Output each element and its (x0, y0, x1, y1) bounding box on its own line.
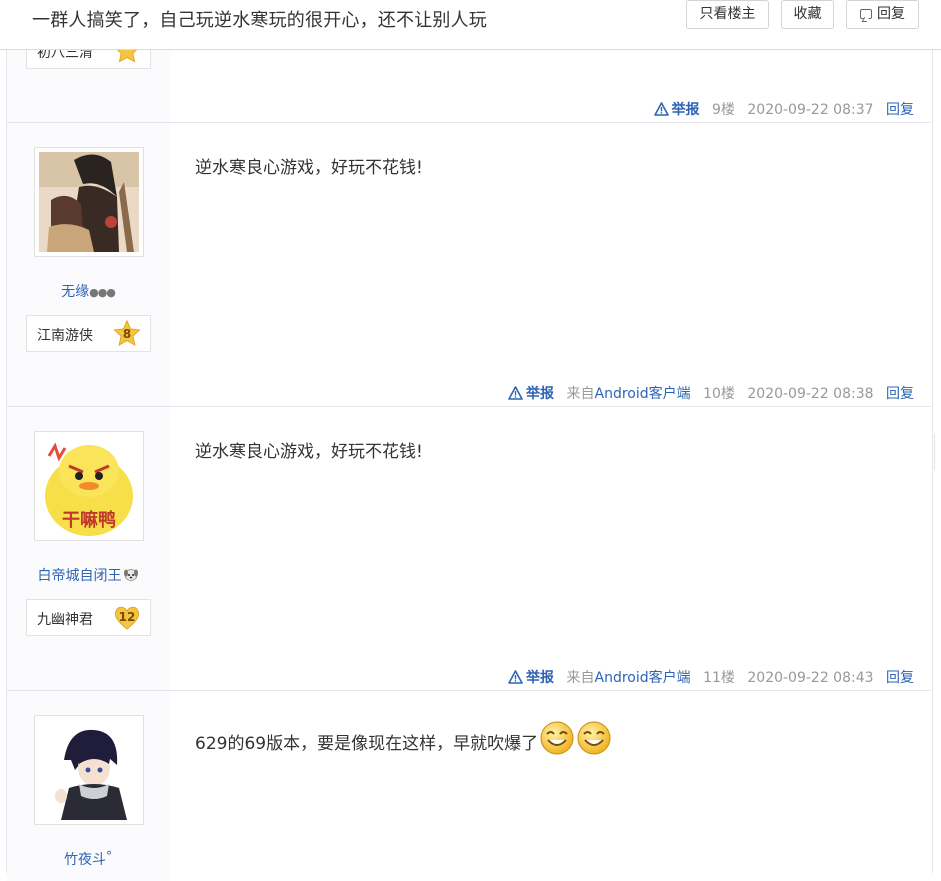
report-link[interactable]: 举报 (508, 670, 554, 686)
smiley-emoji-icon (577, 721, 611, 755)
post-content: 629的69版本，要是像现在这样，早就吹爆了 (195, 719, 612, 762)
avatar-image (39, 152, 139, 252)
username-text: 竹夜斗 (64, 852, 106, 868)
post-time: 2020-09-22 08:37 (747, 102, 874, 118)
level-number: 8 (122, 327, 132, 341)
reply-link[interactable]: 回复 (886, 386, 914, 402)
post-text: 629的69版本，要是像现在这样，早就吹爆了 (195, 734, 539, 754)
reply-link[interactable]: 回复 (886, 670, 914, 686)
avatar[interactable]: 干嘛鸭 (34, 431, 144, 541)
star-badge-icon: 8 (113, 320, 141, 348)
client-prefix: 来自 (566, 670, 595, 686)
report-label: 举报 (526, 670, 555, 686)
post-tail: 举报 来自Android客户端 10楼 2020-09-22 08:38 回复 (508, 384, 914, 404)
username-decoration: ° (106, 849, 112, 863)
post-floor-12: 竹夜斗° 629的69版本，要是像现在这样，早就吹爆了 (7, 691, 931, 881)
post-tail: 举报 9楼 2020-09-22 08:37 回复 (653, 100, 914, 120)
post-content: 逆水寒良心游戏，好玩不花钱! (195, 442, 423, 462)
client-name: Android客户端 (594, 386, 691, 402)
thread-title: 一群人搞笑了，自己玩逆水寒玩的很开心，还不让别人玩 (32, 10, 487, 31)
client-source[interactable]: 来自Android客户端 (567, 670, 691, 686)
avatar[interactable] (34, 715, 144, 825)
client-source[interactable]: 来自Android客户端 (567, 386, 691, 402)
avatar-image: 干嘛鸭 (39, 436, 139, 536)
thread-header: 一群人搞笑了，自己玩逆水寒玩的很开心，还不让别人玩 只看楼主 收藏 回复 (0, 0, 941, 50)
report-label: 举报 (526, 386, 555, 402)
level-name: 江南游侠 (37, 328, 93, 344)
level-number: 12 (118, 609, 136, 624)
client-name: Android客户端 (594, 670, 691, 686)
heart-badge-icon: 12 (113, 604, 141, 632)
floor-number: 10楼 (703, 386, 735, 402)
post-time: 2020-09-22 08:38 (747, 386, 874, 402)
floor-number: 11楼 (703, 670, 735, 686)
only-op-button[interactable]: 只看楼主 (686, 0, 769, 29)
warning-triangle-icon (508, 670, 523, 684)
post-time: 2020-09-22 08:43 (747, 670, 874, 686)
username[interactable]: 竹夜斗° (7, 849, 169, 869)
warning-triangle-icon (653, 102, 669, 116)
smiley-emoji-icon (540, 721, 574, 755)
level-box[interactable]: 九幽神君 12 (26, 599, 151, 636)
username[interactable]: 无缘●●● (7, 281, 169, 301)
username-decoration: ●●● (89, 286, 116, 299)
report-link[interactable]: 举报 (653, 102, 700, 118)
avatar-caption: 干嘛鸭 (62, 509, 116, 531)
username-text: 无缘 (61, 284, 90, 300)
dog-face-icon (123, 569, 138, 581)
post-content: 逆水寒良心游戏，好玩不花钱! (195, 158, 423, 178)
avatar-image (39, 720, 139, 820)
level-name: 九幽神君 (37, 612, 93, 628)
report-link[interactable]: 举报 (508, 386, 554, 402)
username-text: 白帝城自闭王 (37, 568, 122, 584)
floor-number: 9楼 (712, 102, 735, 118)
post-tail: 举报 来自Android客户端 11楼 2020-09-22 08:43 回复 (508, 668, 914, 688)
post-floor-11: 干嘛鸭 白帝城自闭王 九幽神君 12 逆水寒良心游戏，好玩不花钱! 举报 来自A… (7, 407, 931, 691)
client-prefix: 来自 (566, 386, 595, 402)
reply-button-label: 回复 (877, 6, 905, 22)
report-label: 举报 (671, 102, 700, 118)
warning-triangle-icon (508, 386, 523, 400)
username[interactable]: 白帝城自闭王 (7, 565, 169, 585)
collect-button[interactable]: 收藏 (781, 0, 834, 29)
scroll-edge (934, 434, 935, 470)
speech-bubble-icon (860, 9, 872, 19)
avatar[interactable] (34, 147, 144, 257)
reply-button[interactable]: 回复 (846, 0, 919, 29)
level-box[interactable]: 江南游侠 8 (26, 315, 151, 352)
post-floor-10: 无缘●●● 江南游侠 8 逆水寒良心游戏，好玩不花钱! 举报 来自Android… (7, 123, 931, 407)
reply-link[interactable]: 回复 (886, 102, 914, 118)
